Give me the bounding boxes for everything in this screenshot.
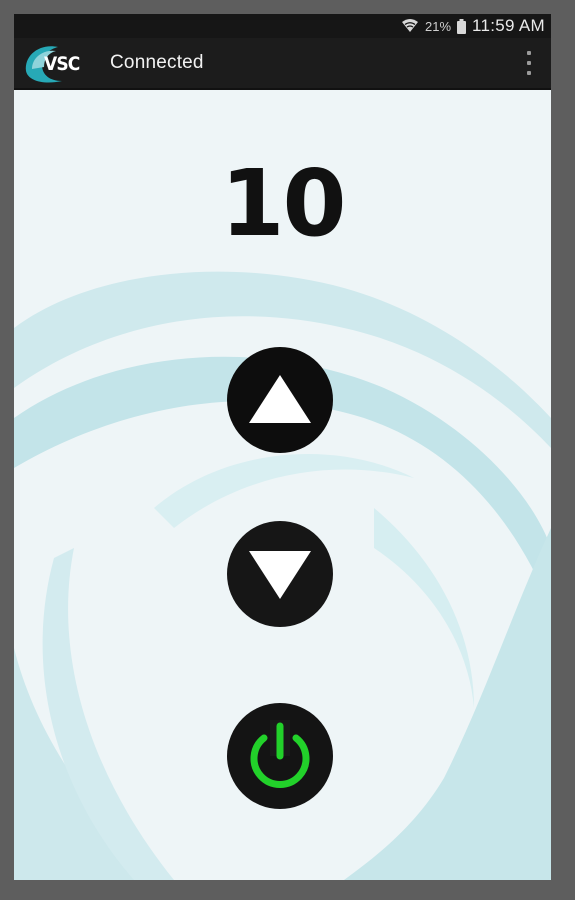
battery-percent: 21% [425,18,452,34]
connection-status: Connected [110,52,204,73]
overflow-menu-icon[interactable] [521,51,537,75]
power-button[interactable] [227,703,333,809]
status-clock: 11:59 AM [472,16,545,35]
value-display: 10 [220,150,346,257]
power-icon [250,720,310,788]
battery-icon [457,18,467,34]
increase-button[interactable] [227,347,333,453]
logo-text: VSC [44,53,80,75]
triangle-down-icon [249,551,311,599]
wifi-icon [401,18,419,34]
status-bar: 21% 11:59 AM [14,14,551,38]
device-frame: 21% 11:59 AM VSC Connected 10 [0,0,575,900]
status-icons: 21% 11:59 AM [401,16,545,36]
app-screen: 21% 11:59 AM VSC Connected 10 [14,14,551,880]
action-bar: VSC Connected [14,38,551,90]
app-logo[interactable]: VSC [22,41,86,85]
triangle-up-icon [249,375,311,423]
decrease-button[interactable] [227,521,333,627]
main-content: 10 [14,88,551,880]
